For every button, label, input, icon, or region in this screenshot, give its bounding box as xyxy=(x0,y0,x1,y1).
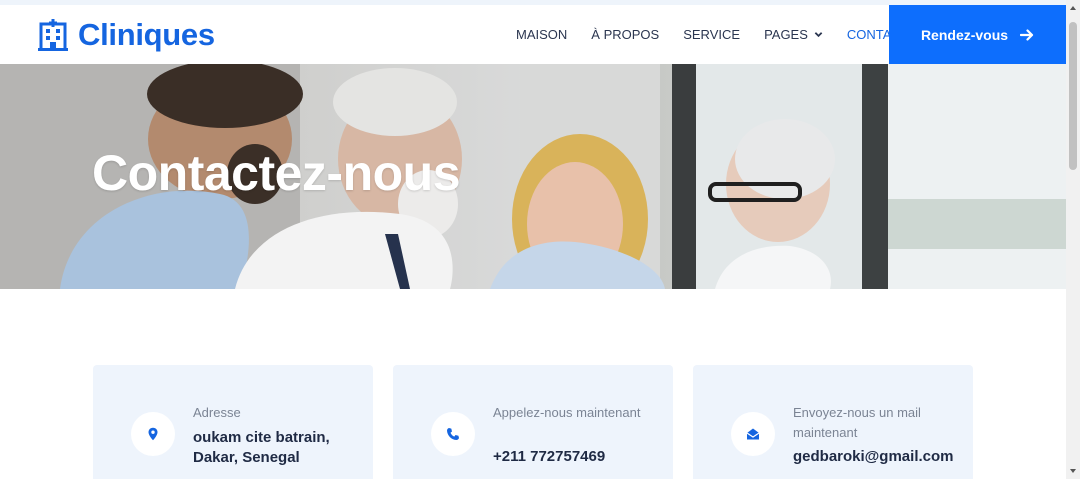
scroll-thumb[interactable] xyxy=(1069,22,1077,170)
map-pin-icon xyxy=(148,427,158,441)
icon-circle xyxy=(731,412,775,456)
nav-item-label: PAGES xyxy=(764,27,808,42)
main-nav: MAISON À PROPOS SERVICE PAGES CONTACT xyxy=(516,5,933,64)
scrollbar[interactable] xyxy=(1066,0,1080,479)
hero-banner: Contactez-nous xyxy=(0,64,1066,289)
contact-card-phone: Appelez-nous maintenant +211 772757469 xyxy=(393,365,673,479)
nav-item-label: À PROPOS xyxy=(591,27,660,42)
icon-circle xyxy=(431,412,475,456)
phone-icon xyxy=(447,428,459,440)
appointment-button-label: Rendez-vous xyxy=(920,26,1009,43)
nav-item-label: MAISON xyxy=(516,27,568,42)
page-title: Contactez-nous xyxy=(92,145,461,201)
card-label: Envoyez-nous un mail maintenant xyxy=(793,405,921,440)
scroll-down-icon[interactable] xyxy=(1069,467,1077,475)
contact-card-address: Adresse oukam cite batrain, Dakar, Seneg… xyxy=(93,365,373,479)
brand-logo[interactable]: Cliniques xyxy=(38,17,215,53)
navbar: Cliniques MAISON À PROPOS SERVICE PAGES … xyxy=(0,5,1066,64)
nav-item-service[interactable]: SERVICE xyxy=(683,27,740,42)
card-label: Adresse xyxy=(193,405,241,420)
nav-item-maison[interactable]: MAISON xyxy=(516,27,567,42)
email-value[interactable]: gedbaroki@gmail.com xyxy=(793,447,968,467)
brand-name: Cliniques xyxy=(78,17,215,52)
scroll-up-icon[interactable] xyxy=(1069,4,1077,12)
hospital-icon xyxy=(38,19,68,51)
appointment-button[interactable]: Rendez-vous xyxy=(889,5,1066,64)
chevron-down-icon xyxy=(814,32,823,38)
nav-item-a-propos[interactable]: À PROPOS xyxy=(591,27,659,42)
nav-item-pages[interactable]: PAGES xyxy=(764,27,823,42)
phone-value[interactable]: +211 772757469 xyxy=(493,447,668,467)
contact-card-email: Envoyez-nous un mail maintenant gedbarok… xyxy=(693,365,973,479)
address-value: oukam cite batrain, Dakar, Senegal xyxy=(193,429,330,466)
envelope-open-icon xyxy=(746,428,760,440)
icon-circle xyxy=(131,412,175,456)
arrow-right-icon xyxy=(1020,28,1034,41)
card-label: Appelez-nous maintenant xyxy=(493,405,641,420)
contact-cards: Adresse oukam cite batrain, Dakar, Seneg… xyxy=(93,365,973,479)
nav-item-label: SERVICE xyxy=(683,27,741,42)
